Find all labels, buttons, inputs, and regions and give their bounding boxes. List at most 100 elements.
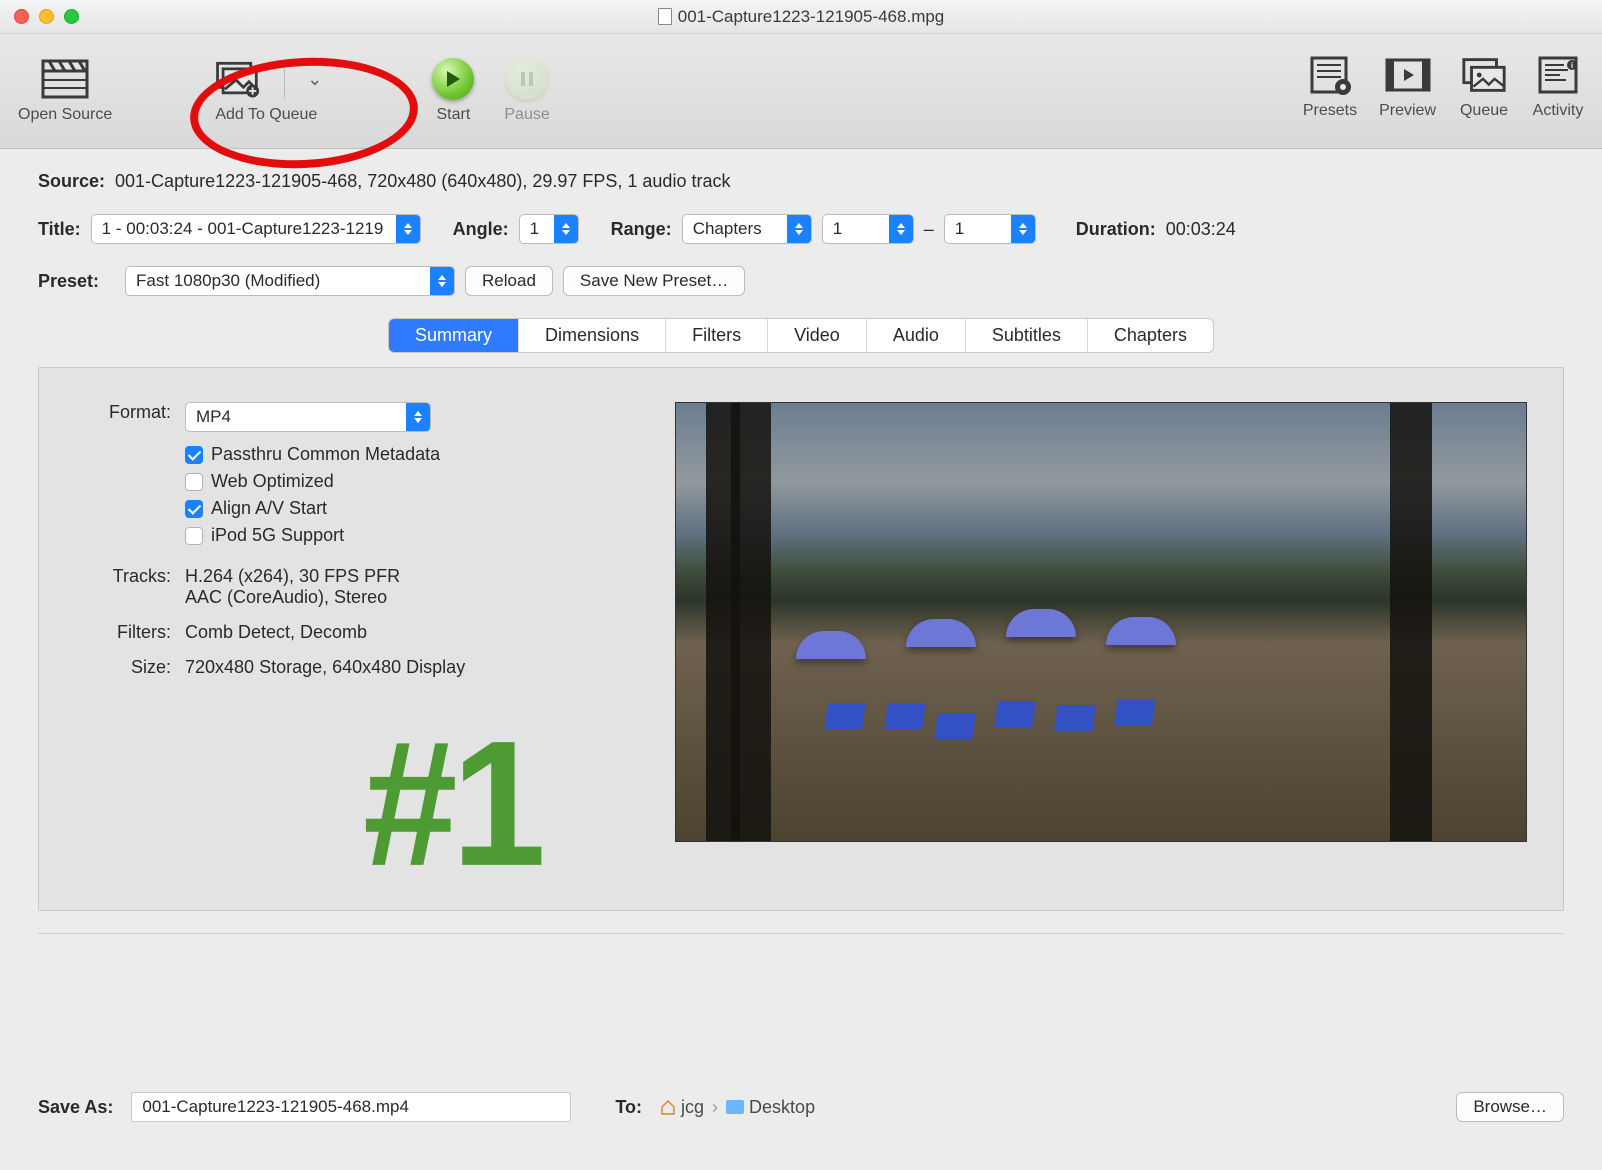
range-to-select[interactable]: 1 (944, 214, 1036, 244)
tab-label: Dimensions (545, 325, 639, 345)
open-source-button[interactable]: Open Source (18, 58, 112, 124)
to-label: To: (615, 1097, 642, 1118)
format-select[interactable]: MP4 (185, 402, 431, 432)
open-source-label: Open Source (18, 106, 112, 124)
browse-label: Browse… (1473, 1097, 1547, 1117)
destination-path[interactable]: jcg › Desktop (660, 1097, 815, 1118)
home-icon (660, 1099, 676, 1115)
duration-value: 00:03:24 (1166, 219, 1236, 240)
tracks-label: Tracks: (75, 566, 171, 587)
tab-label: Audio (893, 325, 939, 345)
tab-label: Chapters (1114, 325, 1187, 345)
preset-label: Preset: (38, 271, 99, 292)
ipod-5g-label: iPod 5G Support (211, 525, 344, 546)
title-select[interactable]: 1 - 00:03:24 - 001-Capture1223-1219 (91, 214, 421, 244)
preset-row: Preset: Fast 1080p30 (Modified) Reload S… (38, 266, 1564, 296)
tab-summary[interactable]: Summary (389, 319, 519, 352)
tab-subtitles[interactable]: Subtitles (966, 319, 1088, 352)
format-value: MP4 (196, 407, 231, 427)
activity-button[interactable]: i Activity (1532, 54, 1584, 120)
chevron-right-icon: › (712, 1097, 718, 1118)
presets-icon (1304, 54, 1356, 96)
format-label: Format: (75, 402, 171, 423)
source-row: Source: 001-Capture1223-121905-468, 720x… (38, 171, 1564, 192)
play-icon (432, 58, 474, 100)
tab-bar: Summary Dimensions Filters Video Audio S… (38, 318, 1564, 353)
file-icon (658, 8, 672, 25)
range-type-select[interactable]: Chapters (682, 214, 812, 244)
browse-button[interactable]: Browse… (1456, 1092, 1564, 1122)
path-user: jcg (681, 1097, 704, 1118)
queue-label: Queue (1460, 102, 1508, 120)
align-av-checkbox[interactable] (185, 500, 203, 518)
preset-select[interactable]: Fast 1080p30 (Modified) (125, 266, 455, 296)
title-label: Title: (38, 219, 81, 240)
summary-filters-label: Filters: (75, 622, 171, 643)
tab-label: Filters (692, 325, 741, 345)
stepper-icon (430, 267, 454, 295)
pause-icon (506, 58, 548, 100)
tab-label: Summary (415, 325, 492, 345)
window-title: 001-Capture1223-121905-468.mpg (0, 7, 1602, 27)
activity-icon: i (1532, 54, 1584, 96)
summary-panel: Format: MP4 Passthru Common Metadata Web… (38, 367, 1564, 911)
source-label: Source: (38, 171, 105, 192)
add-to-queue-label: Add To Queue (215, 106, 317, 124)
summary-size-label: Size: (75, 657, 171, 678)
save-as-input[interactable]: 001-Capture1223-121905-468.mp4 (131, 1092, 571, 1122)
preview-label: Preview (1379, 102, 1436, 120)
summary-size-value: 720x480 Storage, 640x480 Display (185, 657, 635, 678)
tab-label: Subtitles (992, 325, 1061, 345)
web-optimized-checkbox[interactable] (185, 473, 203, 491)
presets-label: Presets (1303, 102, 1357, 120)
video-preview (675, 402, 1527, 842)
source-value: 001-Capture1223-121905-468, 720x480 (640… (115, 171, 730, 192)
add-to-queue-icon (210, 58, 262, 100)
presets-button[interactable]: Presets (1303, 54, 1357, 120)
angle-label: Angle: (453, 219, 509, 240)
main-content: Source: 001-Capture1223-121905-468, 720x… (0, 149, 1602, 934)
tab-filters[interactable]: Filters (666, 319, 768, 352)
queue-icon (1458, 54, 1510, 96)
footer: Save As: 001-Capture1223-121905-468.mp4 … (0, 1092, 1602, 1122)
range-dash: – (924, 219, 934, 240)
pause-button[interactable]: Pause (504, 58, 549, 124)
tab-video[interactable]: Video (768, 319, 867, 352)
angle-value: 1 (530, 219, 539, 239)
preset-value: Fast 1080p30 (Modified) (136, 271, 320, 291)
window-title-text: 001-Capture1223-121905-468.mpg (678, 7, 945, 27)
passthru-metadata-checkbox[interactable] (185, 446, 203, 464)
tab-label: Video (794, 325, 840, 345)
add-to-queue-dropdown[interactable]: ⌄ (307, 69, 322, 90)
stepper-icon (554, 215, 578, 243)
angle-select[interactable]: 1 (519, 214, 579, 244)
start-label: Start (436, 106, 470, 124)
reload-label: Reload (482, 271, 536, 291)
path-folder: Desktop (749, 1097, 815, 1118)
tracks-video-value: H.264 (x264), 30 FPS PFR (185, 566, 635, 587)
activity-label: Activity (1533, 102, 1584, 120)
tab-chapters[interactable]: Chapters (1088, 319, 1213, 352)
range-from-select[interactable]: 1 (822, 214, 914, 244)
range-label: Range: (611, 219, 672, 240)
range-to-value: 1 (955, 219, 964, 239)
duration-label: Duration: (1076, 219, 1156, 240)
reload-button[interactable]: Reload (465, 266, 553, 296)
save-as-label: Save As: (38, 1097, 113, 1118)
clapperboard-icon (39, 58, 91, 100)
ipod-5g-checkbox[interactable] (185, 527, 203, 545)
tracks-audio-value: AAC (CoreAudio), Stereo (185, 587, 635, 608)
folder-icon (726, 1100, 744, 1114)
start-button[interactable]: Start (432, 58, 474, 124)
stepper-icon (1011, 215, 1035, 243)
save-new-preset-button[interactable]: Save New Preset… (563, 266, 745, 296)
web-optimized-label: Web Optimized (211, 471, 334, 492)
queue-button[interactable]: Queue (1458, 54, 1510, 120)
stepper-icon (406, 403, 430, 431)
tab-dimensions[interactable]: Dimensions (519, 319, 666, 352)
preview-button[interactable]: Preview (1379, 54, 1436, 120)
save-new-preset-label: Save New Preset… (580, 271, 728, 291)
preview-icon (1382, 54, 1434, 96)
tab-audio[interactable]: Audio (867, 319, 966, 352)
add-to-queue-button[interactable]: ⌄ Add To Queue (210, 58, 322, 124)
